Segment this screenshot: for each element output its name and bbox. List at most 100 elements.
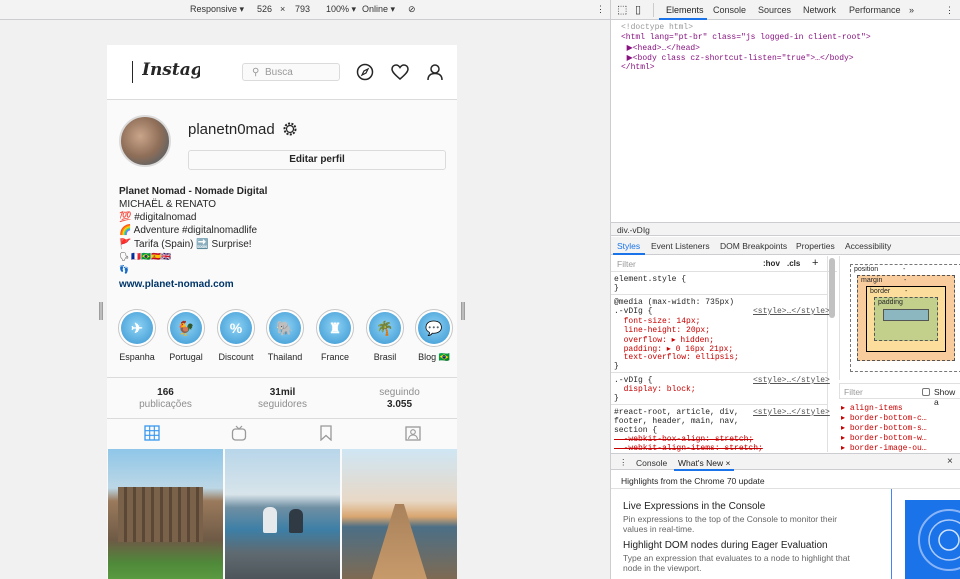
- dom-node-head[interactable]: ▶<head>…</head>: [617, 43, 700, 53]
- styles-filter-input[interactable]: Filter: [617, 259, 636, 269]
- stat-label: publicações: [139, 399, 192, 410]
- active-subtab-indicator: [613, 253, 645, 255]
- tab-sources[interactable]: Sources: [758, 5, 791, 15]
- tab-network[interactable]: Network: [803, 5, 836, 15]
- dom-node-html[interactable]: <html lang="pt-br" class="js logged-in c…: [621, 33, 871, 42]
- devtools-menu-icon[interactable]: ⋮: [945, 5, 954, 16]
- style-property[interactable]: -webkit-box-align: stretch;: [614, 435, 754, 444]
- profile-icon[interactable]: [425, 62, 445, 82]
- highlight-brasil[interactable]: 🌴 Brasil: [365, 309, 405, 362]
- elephant-icon: 🐘: [269, 312, 301, 344]
- igtv-icon[interactable]: [231, 425, 247, 441]
- stat-number: 31mil: [269, 387, 296, 398]
- width-input[interactable]: 526: [257, 4, 272, 14]
- hov-toggle[interactable]: :hov: [763, 259, 780, 268]
- style-rule-selector: section {: [614, 426, 658, 435]
- more-options-icon[interactable]: ⋮: [596, 4, 605, 15]
- tab-elements[interactable]: Elements: [666, 5, 704, 15]
- edit-profile-button[interactable]: Editar perfil: [188, 150, 446, 170]
- breadcrumb-item[interactable]: div.-vDIg: [617, 225, 650, 235]
- network-dropdown[interactable]: Online ▾: [362, 4, 395, 15]
- style-rule-close: }: [614, 394, 619, 403]
- avatar[interactable]: [119, 115, 171, 167]
- subtab-accessibility[interactable]: Accessibility: [845, 241, 891, 251]
- computed-property[interactable]: ▸ border-bottom-w…: [841, 433, 927, 443]
- subtab-event-listeners[interactable]: Event Listeners: [651, 241, 710, 251]
- dom-node-html-close: </html>: [621, 63, 655, 72]
- style-source-link[interactable]: <style>…</style>: [753, 376, 830, 385]
- stat-posts[interactable]: 166 publicações: [107, 387, 224, 411]
- subtab-properties[interactable]: Properties: [796, 241, 835, 251]
- highlight-france[interactable]: ♜ France: [315, 309, 355, 362]
- styles-filter-bar: Filter :hov .cls +: [611, 256, 837, 272]
- style-property[interactable]: font-size: 14px;: [614, 317, 701, 326]
- drawer-tab-console[interactable]: Console: [636, 458, 667, 468]
- search-input[interactable]: ⚲ Busca: [242, 63, 340, 81]
- computed-filter-input[interactable]: Filter: [844, 387, 863, 397]
- style-media-query: @media (max-width: 735px): [614, 298, 735, 307]
- whats-new-title: Highlights from the Chrome 70 update: [621, 476, 765, 486]
- height-input[interactable]: 793: [295, 4, 310, 14]
- right-resize-handle[interactable]: [461, 302, 465, 320]
- times-sign: ×: [280, 4, 286, 14]
- tagged-icon[interactable]: [405, 425, 421, 441]
- style-rule-selector: element.style {: [614, 275, 687, 284]
- add-rule-icon[interactable]: +: [812, 257, 818, 269]
- zoom-dropdown[interactable]: 100% ▾: [326, 4, 356, 15]
- more-tabs-icon[interactable]: »: [909, 5, 914, 15]
- close-drawer-icon[interactable]: ×: [947, 456, 953, 467]
- responsive-dropdown[interactable]: Responsive ▾: [190, 4, 244, 15]
- bookmark-icon[interactable]: [318, 425, 334, 441]
- subtab-dom-breakpoints[interactable]: DOM Breakpoints: [720, 241, 787, 251]
- style-source-link[interactable]: <style>…</style>: [753, 307, 830, 316]
- computed-property[interactable]: ▸ border-bottom-c…: [841, 413, 927, 423]
- dom-node-body[interactable]: ▶<body class cz-shortcut-listen="true">……: [617, 53, 854, 63]
- style-property[interactable]: display: block;: [614, 385, 696, 394]
- stat-label: seguidores: [258, 399, 307, 410]
- rotate-icon[interactable]: ⊘: [408, 4, 416, 15]
- cls-toggle[interactable]: .cls: [787, 259, 800, 268]
- airplane-icon: ✈: [121, 312, 153, 344]
- highlight-thailand[interactable]: 🐘 Thailand: [265, 309, 305, 362]
- drawer-menu-icon[interactable]: ⋮: [619, 457, 628, 468]
- style-property[interactable]: line-height: 20px;: [614, 326, 710, 335]
- inspect-element-icon[interactable]: ⬚: [617, 3, 627, 16]
- tab-performance[interactable]: Performance: [849, 5, 901, 15]
- tab-console[interactable]: Console: [713, 5, 746, 15]
- explore-icon[interactable]: [355, 62, 375, 82]
- ig-logo[interactable]: Instagram: [142, 60, 200, 80]
- highlight-espanha[interactable]: ✈ Espanha: [117, 309, 157, 362]
- highlight-portugal[interactable]: 🐓 Portugal: [166, 309, 206, 362]
- device-toggle-icon[interactable]: ▯: [635, 3, 641, 16]
- stat-following[interactable]: seguindo 3.055: [341, 387, 457, 411]
- gear-icon[interactable]: [282, 121, 298, 137]
- subtab-styles[interactable]: Styles: [617, 241, 640, 251]
- styles-scrollbar[interactable]: [829, 258, 835, 318]
- stat-followers[interactable]: 31mil seguidores: [224, 387, 341, 411]
- box-label: margin: [861, 277, 883, 284]
- left-resize-handle[interactable]: [99, 302, 103, 320]
- post-thumbnail[interactable]: [108, 449, 223, 579]
- device-toolbar: Responsive ▾ 526 × 793 100% ▾ Online ▾ ⊘…: [0, 0, 610, 20]
- highlight-blog[interactable]: 💬 Blog 🇧🇷: [414, 309, 454, 363]
- news-item-title[interactable]: Highlight DOM nodes during Eager Evaluat…: [623, 540, 889, 551]
- computed-property[interactable]: ▸ align-items: [841, 403, 903, 413]
- news-item-title[interactable]: Live Expressions in the Console: [623, 501, 889, 512]
- show-all-checkbox[interactable]: [922, 388, 930, 396]
- style-property[interactable]: -webkit-align-items: stretch;: [614, 444, 763, 452]
- bio-website-link[interactable]: www.planet-nomad.com: [119, 279, 234, 290]
- styles-pane: Filter :hov .cls + element.style { } @me…: [611, 256, 837, 452]
- computed-property[interactable]: ▸ border-image-ou…: [841, 443, 927, 453]
- drawer-tab-whats-new[interactable]: What's New ×: [678, 458, 730, 468]
- grid-icon[interactable]: [144, 425, 160, 441]
- heart-icon[interactable]: [390, 62, 410, 82]
- box-value: -: [903, 266, 906, 273]
- style-rule-close: }: [614, 284, 619, 293]
- post-thumbnail[interactable]: [225, 449, 340, 579]
- computed-property[interactable]: ▸ border-bottom-s…: [841, 423, 927, 433]
- box-border: border - padding: [866, 286, 946, 352]
- style-property[interactable]: text-overflow: ellipsis;: [614, 353, 739, 362]
- highlight-discount[interactable]: % Discount: [216, 309, 256, 362]
- style-source-link[interactable]: <style>…</style>: [753, 408, 830, 417]
- post-thumbnail[interactable]: [342, 449, 457, 579]
